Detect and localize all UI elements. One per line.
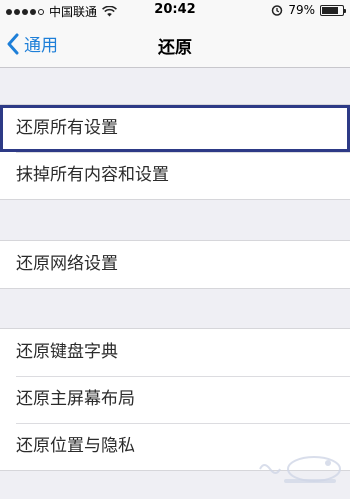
battery-icon — [320, 4, 346, 16]
alarm-icon — [272, 5, 283, 16]
reset-home-screen-layout-cell[interactable]: 还原主屏幕布局 — [0, 376, 350, 423]
cell-label: 还原位置与隐私 — [16, 436, 135, 456]
reset-all-settings-cell[interactable]: 还原所有设置 — [0, 105, 350, 152]
reset-network-settings-cell[interactable]: 还原网络设置 — [0, 241, 350, 288]
status-right: 79% — [271, 3, 346, 17]
cell-label: 还原所有设置 — [16, 118, 118, 138]
page-title: 还原 — [158, 38, 192, 58]
navigation-bar: 通用 还原 — [0, 20, 350, 68]
reset-keyboard-dictionary-cell[interactable]: 还原键盘字典 — [0, 329, 350, 376]
reset-group-other: 还原键盘字典 还原主屏幕布局 还原位置与隐私 — [0, 328, 350, 471]
cell-label: 抹掉所有内容和设置 — [16, 165, 169, 185]
status-bar: 中国联通 20:42 79% — [0, 0, 350, 20]
cell-label: 还原网络设置 — [16, 254, 118, 274]
reset-group-primary: 还原所有设置 抹掉所有内容和设置 — [0, 104, 350, 200]
battery-percent: 79% — [288, 3, 315, 17]
battery-fill — [322, 6, 338, 14]
reset-group-network: 还原网络设置 — [0, 240, 350, 289]
cell-label: 还原键盘字典 — [16, 342, 118, 362]
cell-label: 还原主屏幕布局 — [16, 389, 135, 409]
pconline-watermark-logo — [259, 456, 341, 483]
erase-all-content-cell[interactable]: 抹掉所有内容和设置 — [0, 152, 350, 199]
